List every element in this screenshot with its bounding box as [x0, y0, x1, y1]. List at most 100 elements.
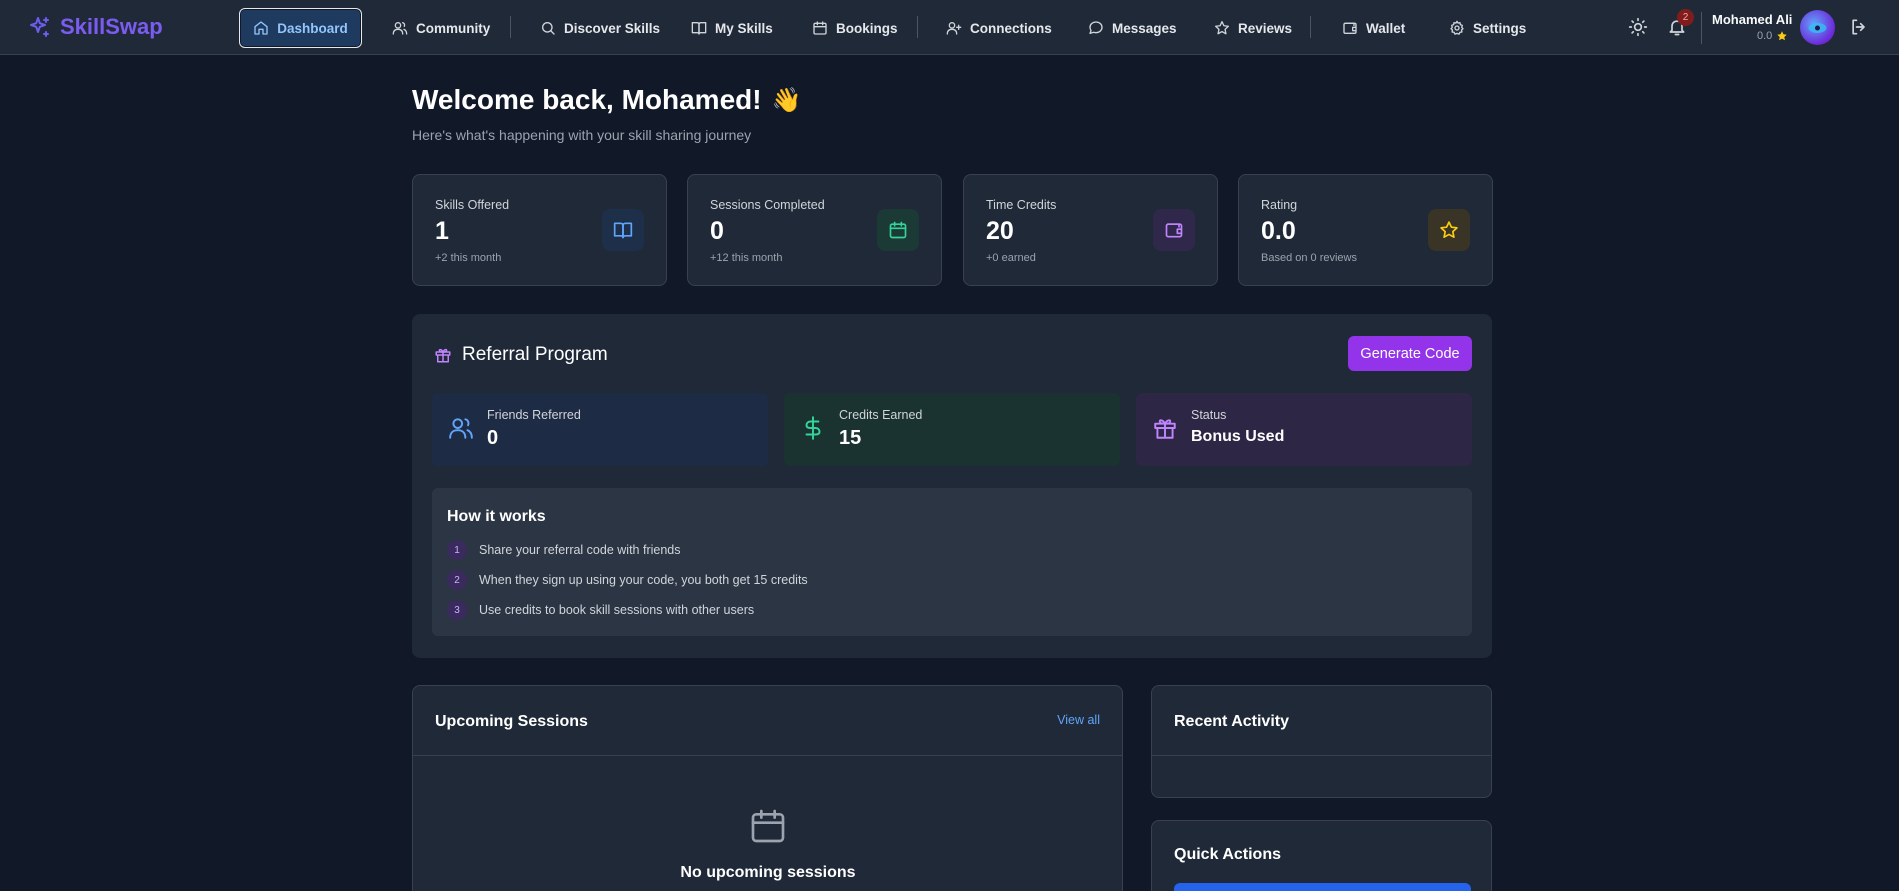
- user-divider: [1701, 12, 1702, 44]
- recent-activity-panel: Recent Activity: [1151, 685, 1492, 798]
- upcoming-sessions-title: Upcoming Sessions: [435, 713, 588, 730]
- stat-subtext: +2 this month: [435, 252, 502, 264]
- nav-discover-skills[interactable]: Discover Skills: [528, 8, 672, 48]
- referral-box-value: 0: [487, 427, 499, 449]
- users-icon: [392, 20, 408, 36]
- star-icon: [1214, 20, 1230, 36]
- panel-divider: [413, 755, 1122, 756]
- nav-connections-label: Connections: [970, 20, 1052, 36]
- stat-subtext: +12 this month: [710, 252, 783, 264]
- nav-bookings-label: Bookings: [836, 20, 898, 36]
- sparkles-icon: [28, 15, 52, 39]
- top-navigation-bar: SkillSwap Dashboard Community Discover S…: [0, 0, 1899, 55]
- user-rating-value: 0.0: [1757, 30, 1773, 42]
- referral-program-card: Referral Program Generate Code Friends R…: [412, 314, 1492, 658]
- avatar[interactable]: [1800, 10, 1835, 45]
- wallet-icon: [1153, 209, 1195, 251]
- view-all-link[interactable]: View all: [1057, 713, 1100, 727]
- welcome-heading: Welcome back, Mohamed! 👋: [412, 84, 801, 116]
- referral-friends-referred: Friends Referred 0: [432, 393, 768, 466]
- quick-actions-title: Quick Actions: [1174, 846, 1281, 863]
- users-icon: [448, 415, 474, 441]
- referral-box-label: Credits Earned: [839, 408, 923, 422]
- how-it-works-title: How it works: [447, 508, 546, 525]
- home-icon: [253, 20, 269, 36]
- upcoming-sessions-panel: Upcoming Sessions View all No upcoming s…: [412, 685, 1123, 891]
- logout-icon[interactable]: [1849, 17, 1869, 37]
- stat-label: Time Credits: [986, 198, 1057, 212]
- nav-reviews-label: Reviews: [1238, 20, 1293, 36]
- theme-toggle-sun-icon[interactable]: [1628, 17, 1648, 37]
- nav-settings-label: Settings: [1473, 20, 1527, 36]
- dollar-icon: [800, 415, 826, 441]
- calendar-icon: [877, 209, 919, 251]
- stat-value: 1: [435, 217, 449, 245]
- how-it-works-step: 2 When they sign up using your code, you…: [447, 570, 808, 590]
- stat-card-rating: Rating 0.0 Based on 0 reviews: [1238, 174, 1493, 286]
- quick-action-button[interactable]: [1174, 883, 1471, 891]
- nav-discover-skills-label: Discover Skills: [564, 20, 661, 36]
- step-text: Use credits to book skill sessions with …: [479, 603, 755, 617]
- message-icon: [1088, 20, 1104, 36]
- stat-label: Skills Offered: [435, 198, 510, 212]
- nav-divider: [917, 16, 918, 38]
- nav-settings[interactable]: Settings: [1437, 8, 1538, 48]
- welcome-text: Welcome back, Mohamed!: [412, 84, 762, 115]
- referral-credits-earned: Credits Earned 15: [784, 393, 1120, 466]
- gear-icon: [1449, 20, 1465, 36]
- brand-name: SkillSwap: [60, 14, 163, 39]
- nav-divider: [510, 16, 511, 38]
- referral-title: Referral Program: [462, 344, 608, 365]
- nav-messages[interactable]: Messages: [1076, 8, 1189, 48]
- user-plus-icon: [946, 20, 962, 36]
- nav-my-skills-label: My Skills: [715, 20, 773, 36]
- nav-bookings[interactable]: Bookings: [800, 8, 910, 48]
- nav-connections[interactable]: Connections: [934, 8, 1064, 48]
- book-icon: [602, 209, 644, 251]
- nav-wallet[interactable]: Wallet: [1330, 8, 1417, 48]
- how-it-works-step: 1 Share your referral code with friends: [447, 540, 680, 560]
- nav-messages-label: Messages: [1112, 20, 1177, 36]
- notification-badge: 2: [1677, 9, 1694, 26]
- nav-dashboard[interactable]: Dashboard: [239, 8, 362, 48]
- stat-label: Sessions Completed: [710, 198, 825, 212]
- stat-card-time-credits: Time Credits 20 +0 earned: [963, 174, 1218, 286]
- nav-community-label: Community: [416, 20, 491, 36]
- book-icon: [691, 20, 707, 36]
- welcome-subtitle: Here's what's happening with your skill …: [412, 127, 752, 143]
- recent-activity-title: Recent Activity: [1174, 713, 1289, 730]
- wallet-icon: [1342, 20, 1358, 36]
- step-number: 1: [447, 540, 467, 560]
- nav-community[interactable]: Community: [380, 8, 502, 48]
- step-number: 2: [447, 570, 467, 590]
- how-it-works-step: 3 Use credits to book skill sessions wit…: [447, 600, 754, 620]
- step-text: Share your referral code with friends: [479, 543, 681, 557]
- stat-value: 0: [710, 217, 724, 245]
- referral-box-label: Status: [1191, 408, 1227, 422]
- referral-box-label: Friends Referred: [487, 408, 581, 422]
- star-filled-icon: [1776, 30, 1788, 42]
- star-icon: [1428, 209, 1470, 251]
- nav-reviews[interactable]: Reviews: [1202, 8, 1304, 48]
- nav-my-skills[interactable]: My Skills: [679, 8, 785, 48]
- step-text: When they sign up using your code, you b…: [479, 573, 808, 587]
- gift-icon: [434, 346, 452, 364]
- stat-value: 20: [986, 217, 1014, 245]
- search-icon: [540, 20, 556, 36]
- referral-box-value: 15: [839, 427, 862, 449]
- nav-divider: [1310, 16, 1311, 38]
- user-rating: 0.0: [1757, 30, 1788, 42]
- gift-icon: [1152, 415, 1178, 441]
- panel-divider: [1152, 755, 1491, 756]
- calendar-icon: [812, 20, 828, 36]
- how-it-works-box: How it works 1 Share your referral code …: [432, 488, 1472, 636]
- generate-code-button[interactable]: Generate Code: [1348, 336, 1472, 371]
- empty-state-text: No upcoming sessions: [680, 864, 856, 881]
- stat-card-sessions-completed: Sessions Completed 0 +12 this month: [687, 174, 942, 286]
- brand-logo[interactable]: SkillSwap: [28, 14, 163, 40]
- waving-hand-emoji: 👋: [771, 86, 802, 114]
- quick-actions-panel: Quick Actions: [1151, 820, 1492, 891]
- referral-header: Referral Program: [434, 344, 608, 366]
- referral-box-value: Bonus Used: [1191, 428, 1285, 445]
- stat-card-skills-offered: Skills Offered 1 +2 this month: [412, 174, 667, 286]
